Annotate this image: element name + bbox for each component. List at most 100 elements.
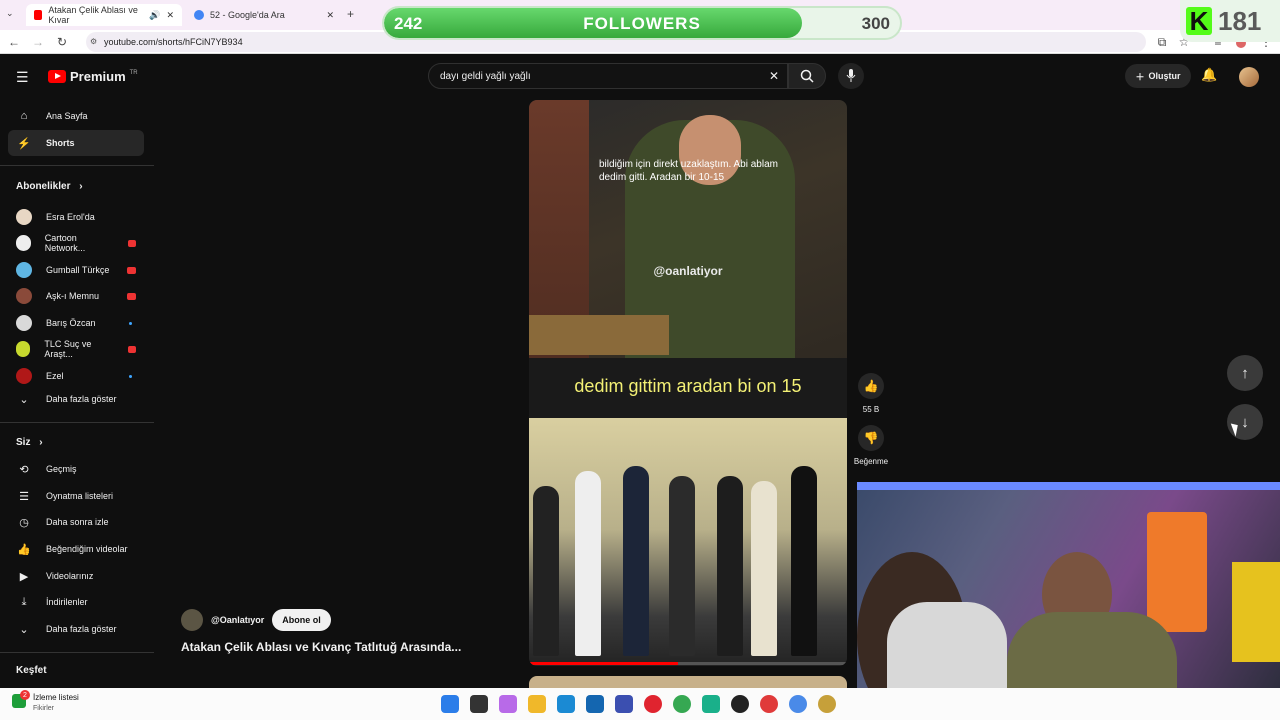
sidebar-item-label: İndirilenler [46,597,88,607]
chrome-icon[interactable] [673,695,691,713]
live-indicator-icon [127,239,136,247]
youtube-logo-icon [48,70,66,83]
sidebar-item-downloads[interactable]: ⤓ İndirilenler [8,589,144,615]
channel-avatar[interactable] [181,609,203,631]
tab-search-icon[interactable]: ⌄ [6,8,14,19]
app-icon[interactable] [731,695,749,713]
edge-icon[interactable] [557,695,575,713]
person [717,476,743,656]
subscriptions-heading[interactable]: Abonelikler › [16,181,83,192]
person-right-jacket [1007,612,1177,688]
install-icon[interactable]: ⧉ [1154,34,1170,50]
sidebar-show-more-you[interactable]: ⌄ Daha fazla göster [8,616,144,642]
video-progress-bar[interactable] [529,662,847,665]
sidebar-subscription-item[interactable]: TLC Suç ve Araşt... [8,336,144,362]
notifications-bell-icon[interactable]: 🔔 [1201,67,1217,83]
plus-icon: ＋ [1135,71,1145,82]
dislike-button[interactable]: 👎 [858,425,884,451]
channel-avatar [16,368,32,384]
like-count: 55 B [862,405,880,414]
sidebar-subscription-item[interactable]: Esra Erol'da [8,204,144,230]
you-heading[interactable]: Siz › [16,437,43,448]
tab-audio-icon[interactable]: 🔊 [149,10,160,21]
taskview-icon[interactable] [470,695,488,713]
thumbs-up-icon: 👍 [17,543,31,556]
logo-region: TR [129,69,138,76]
tab-google[interactable]: 52 - Google'da Ara ✕ [186,4,342,26]
reload-icon[interactable]: ↻ [54,34,70,50]
file-explorer-icon[interactable] [528,695,546,713]
search-button[interactable] [788,63,826,89]
hamburger-menu-icon[interactable]: ☰ [16,69,29,86]
home-icon: ⌂ [20,110,28,122]
sidebar-subscription-item[interactable]: Ezel [8,363,144,389]
sidebar-subscription-item[interactable]: Barış Özcan [8,310,144,336]
shorts-video-player[interactable]: bildiğim için direkt uzaklaştım. Abi abl… [529,100,847,666]
sidebar-item-label: Daha fazla göster [46,394,117,404]
voice-search-button[interactable] [838,63,864,89]
app-icon[interactable] [760,695,778,713]
sidebar-subscription-item[interactable]: Aşk-ı Memnu [8,283,144,309]
like-button[interactable]: 👍 [858,373,884,399]
person [669,476,695,656]
forward-icon[interactable]: → [30,34,46,50]
person [533,486,559,656]
create-button[interactable]: ＋ Oluştur [1125,64,1191,88]
yellow-poster [1232,562,1280,662]
sidebar-item-label: Ana Sayfa [46,111,88,121]
divider [0,652,154,653]
tab-close-icon[interactable]: ✕ [166,10,174,21]
windows-start-icon[interactable] [441,695,459,713]
followers-goal-overlay: 242 FOLLOWERS 300 [382,6,902,40]
account-avatar[interactable] [1239,67,1259,87]
previous-short-button[interactable]: ↑ [1227,355,1263,391]
tab-close-icon[interactable]: ✕ [326,10,334,21]
copilot-icon[interactable] [499,695,517,713]
sidebar-item-label: Oynatma listeleri [46,491,114,501]
video-frame-top: bildiğim için direkt uzaklaştım. Abi abl… [529,100,847,418]
orange-light [1147,512,1207,632]
sidebar-show-more-subscriptions[interactable]: ⌄ Daha fazla göster [8,386,144,412]
tab-youtube[interactable]: Atakan Çelik Ablası ve Kıvar 🔊 ✕ [26,4,182,26]
new-tab-button[interactable]: + [347,7,354,21]
chrome-active-icon[interactable] [789,695,807,713]
store-icon[interactable] [586,695,604,713]
clear-search-icon[interactable]: ✕ [769,69,779,83]
video-caption-top: bildiğim için direkt uzaklaştım. Abi abl… [599,159,778,183]
sidebar: ⌂ Ana Sayfa ⚡ Shorts Abonelikler › ⌄ Dah… [0,100,154,690]
site-info-icon[interactable]: ⚙ [90,37,97,46]
sidebar-item-history[interactable]: ⟲ Geçmiş [8,456,144,482]
sidebar-item-watch-later[interactable]: ◷ Daha sonra izle [8,509,144,535]
app-icon[interactable] [615,695,633,713]
explore-heading: Keşfet [16,665,47,676]
sidebar-item-home[interactable]: ⌂ Ana Sayfa [8,103,144,129]
short-title[interactable]: Atakan Çelik Ablası ve Kıvanç Tatlıtuğ A… [181,640,461,654]
person [575,471,601,656]
new-content-dot-icon [129,374,132,378]
live-indicator-icon [127,345,136,353]
search-input[interactable]: dayı geldi yağlı yağlı ✕ [428,63,788,89]
youtube-premium-logo[interactable]: Premium TR [48,69,138,84]
subscribe-button[interactable]: Abone ol [272,609,331,631]
sidebar-item-playlists[interactable]: ☰ Oynatma listeleri [8,483,144,509]
arrow-down-icon: ↓ [1241,413,1249,431]
sidebar-subscription-item[interactable]: Cartoon Network... [8,230,144,256]
chevron-right-icon: › [39,437,43,448]
google-favicon-icon [194,10,204,20]
sidebar-item-shorts[interactable]: ⚡ Shorts [8,130,144,156]
channel-avatar [16,262,32,278]
sidebar-item-your-videos[interactable]: ▶ Videolarınız [8,563,144,589]
app-icon[interactable] [818,695,836,713]
channel-name[interactable]: @Oanlatıyor [211,615,264,625]
opera-icon[interactable] [644,695,662,713]
sidebar-subscription-item[interactable]: Gumball Türkçe [8,257,144,283]
back-icon[interactable]: ← [6,34,22,50]
chevron-right-icon: › [79,181,83,192]
youtube-favicon-icon [34,10,43,20]
app-icon[interactable] [702,695,720,713]
search-query: dayı geldi yağlı yağlı [440,70,531,82]
watchlist-title[interactable]: İzleme listesi [33,693,79,702]
person [791,466,817,656]
search-icon [800,69,814,83]
sidebar-item-liked-videos[interactable]: 👍 Beğendiğim videolar [8,536,144,562]
